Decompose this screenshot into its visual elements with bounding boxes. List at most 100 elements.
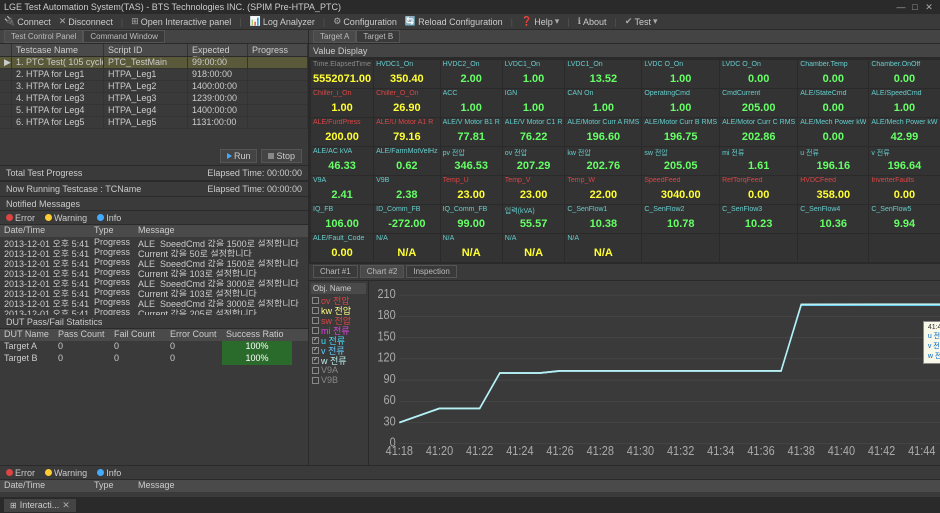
- legend-item[interactable]: V9A: [311, 365, 366, 375]
- value-cell: 입력(kVA)55.57: [503, 205, 565, 233]
- message-row[interactable]: 2013-12-01 오후 5:41:20ProgressALE_SpeedCm…: [0, 237, 308, 247]
- legend-item[interactable]: V9B: [311, 375, 366, 385]
- reload-config-button[interactable]: 🔄 Reload Configuration: [405, 16, 503, 27]
- value-cell: CAN On1.00: [565, 89, 641, 117]
- value-cell: IGN1.00: [503, 89, 565, 117]
- message-row[interactable]: 2013-12-01 오후 5:41:25ProgressCurrent 값을 …: [0, 287, 308, 297]
- bottom-filter-info[interactable]: Info: [97, 468, 121, 478]
- testcase-header: Testcase NameScript IDExpected Elapsed T…: [0, 44, 308, 57]
- task-button-interactive[interactable]: ⊞ Interacti... ✕: [4, 499, 76, 512]
- value-cell: ALE/SpeedCmd1.00: [869, 89, 939, 117]
- minimize-icon[interactable]: —: [894, 2, 908, 12]
- maximize-icon[interactable]: □: [908, 2, 922, 12]
- tab-target-b[interactable]: Target B: [356, 30, 400, 43]
- filter-warning[interactable]: Warning: [45, 213, 87, 223]
- disconnect-button[interactable]: ✕ Disconnect: [59, 16, 113, 27]
- about-button[interactable]: ℹ About: [578, 16, 607, 27]
- value-cell: V9A2.41: [311, 176, 373, 204]
- testcase-row[interactable]: 6. HTPA for Leg5HTPA_Leg51131:00:00: [0, 117, 308, 129]
- tab-command-window[interactable]: Command Window: [83, 30, 165, 43]
- testcase-row[interactable]: 3. HTPA for Leg2HTPA_Leg21400:00:00: [0, 81, 308, 93]
- value-cell: C_SenFlow310.23: [720, 205, 797, 233]
- value-cell: ALE/V Motor C1 R76.22: [503, 118, 565, 146]
- chart-canvas[interactable]: 030609012015018021041:1841:2041:2241:244…: [369, 281, 940, 465]
- value-cell: ALE/V Motor B1 R77.81: [441, 118, 502, 146]
- message-row[interactable]: 2013-12-01 오후 5:41:22ProgressCurrent 값을 …: [0, 267, 308, 277]
- value-cell: mi 전류1.61: [720, 147, 797, 175]
- error-icon: [6, 469, 13, 476]
- svg-text:90: 90: [384, 371, 397, 386]
- bottom-filter-error[interactable]: Error: [6, 468, 35, 478]
- testcase-grid[interactable]: ▶1. PTC Test( 105 cycle )PTC_TestMain99:…: [0, 57, 308, 147]
- value-cell: ov 전압207.29: [503, 147, 565, 175]
- messages-grid[interactable]: 2013-12-01 오후 5:41:20ProgressALE_SpeedCm…: [0, 237, 308, 315]
- run-button[interactable]: Run: [220, 149, 258, 163]
- tab-chart2[interactable]: Chart #2: [360, 265, 405, 278]
- tab-target-a[interactable]: Target A: [313, 30, 356, 43]
- svg-text:41:34: 41:34: [707, 443, 735, 458]
- notified-messages-label: Notified Messages: [6, 199, 80, 209]
- value-cell: [798, 234, 868, 262]
- filter-info[interactable]: Info: [97, 213, 121, 223]
- tab-test-control[interactable]: Test Control Panel: [4, 30, 83, 43]
- help-button[interactable]: ❓ Help ▾: [521, 16, 559, 27]
- value-cell: V9B2.38: [374, 176, 439, 204]
- value-cell: ALE/FurdPress200.00: [311, 118, 373, 146]
- value-cell: SpeedFeed3040.00: [642, 176, 719, 204]
- play-icon: [227, 153, 232, 159]
- value-cell: [869, 234, 939, 262]
- checkbox-icon[interactable]: [312, 317, 319, 324]
- config-button[interactable]: ⚙ Configuration: [333, 16, 397, 27]
- info-icon: [97, 469, 104, 476]
- value-cell: N/AN/A: [503, 234, 565, 262]
- checkbox-icon[interactable]: [312, 307, 319, 314]
- warning-icon: [45, 469, 52, 476]
- message-row[interactable]: 2013-12-01 오후 5:41:25ProgressALE_SpeedCm…: [0, 277, 308, 287]
- value-cell: C_SenFlow59.94: [869, 205, 939, 233]
- task-close-icon[interactable]: ✕: [62, 500, 70, 511]
- value-cell: ALE/Mech Power kW0.00: [798, 118, 868, 146]
- checkbox-icon[interactable]: ✓: [312, 357, 319, 364]
- stop-button[interactable]: Stop: [261, 149, 302, 163]
- legend-item[interactable]: ✓w 전류: [311, 355, 366, 365]
- bottom-filter-warning[interactable]: Warning: [45, 468, 87, 478]
- open-panel-button[interactable]: ⊞ Open Interactive panel: [131, 16, 231, 27]
- filter-error[interactable]: Error: [6, 213, 35, 223]
- tab-chart1[interactable]: Chart #1: [313, 265, 358, 278]
- message-row[interactable]: 2013-12-01 오후 5:41:37ProgressCurrent 값을 …: [0, 307, 308, 315]
- checkbox-icon[interactable]: [312, 367, 319, 374]
- value-cell: RefTorqFeed0.00: [720, 176, 797, 204]
- message-row[interactable]: 2013-12-01 오후 5:41:22ProgressALE_SpeedCm…: [0, 257, 308, 267]
- svg-text:41:42: 41:42: [868, 443, 895, 458]
- close-icon[interactable]: ✕: [922, 2, 936, 13]
- value-cell: ACC1.00: [441, 89, 502, 117]
- testcase-row[interactable]: 2. HTPA for Leg1HTPA_Leg1918:00:00: [0, 69, 308, 81]
- app-title: LGE Test Automation System(TAS) - BTS Te…: [4, 2, 341, 12]
- value-cell: IQ_FB106.00: [311, 205, 373, 233]
- value-cell: C_SenFlow410.36: [798, 205, 868, 233]
- svg-text:41:18: 41:18: [386, 443, 414, 458]
- value-cell: ALE/FarmMotVelHz0.62: [374, 147, 439, 175]
- connect-button[interactable]: 🔌 Connect: [4, 16, 51, 27]
- value-cell: v 전류196.64: [869, 147, 939, 175]
- value-cell: Temp_U23.00: [441, 176, 502, 204]
- tab-inspection[interactable]: Inspection: [406, 265, 456, 278]
- checkbox-icon[interactable]: [312, 297, 319, 304]
- checkbox-icon[interactable]: ✓: [312, 337, 319, 344]
- task-bar: ⊞ Interacti... ✕: [0, 497, 940, 513]
- title-bar: LGE Test Automation System(TAS) - BTS Te…: [0, 0, 940, 14]
- checkbox-icon[interactable]: [312, 327, 319, 334]
- message-row[interactable]: 2013-12-01 오후 5:41:20ProgressCurrent 값을 …: [0, 247, 308, 257]
- testcase-row[interactable]: 5. HTPA for Leg4HTPA_Leg41400:00:00: [0, 105, 308, 117]
- checkbox-icon[interactable]: [312, 377, 319, 384]
- checkbox-icon[interactable]: ✓: [312, 347, 319, 354]
- test-button[interactable]: ✔ Test ▾: [625, 16, 658, 27]
- value-cell: ALE/StateCmd0.00: [798, 89, 868, 117]
- message-row[interactable]: 2013-12-01 오후 5:41:37ProgressALE_SpeedCm…: [0, 297, 308, 307]
- value-cell: sw 전압205.05: [642, 147, 719, 175]
- testcase-row[interactable]: 4. HTPA for Leg3HTPA_Leg31239:00:00: [0, 93, 308, 105]
- log-analyzer-button[interactable]: 📊 Log Analyzer: [250, 16, 315, 27]
- value-cell: pv 전압346.53: [441, 147, 502, 175]
- value-cell: N/AN/A: [374, 234, 439, 262]
- testcase-row[interactable]: ▶1. PTC Test( 105 cycle )PTC_TestMain99:…: [0, 57, 308, 69]
